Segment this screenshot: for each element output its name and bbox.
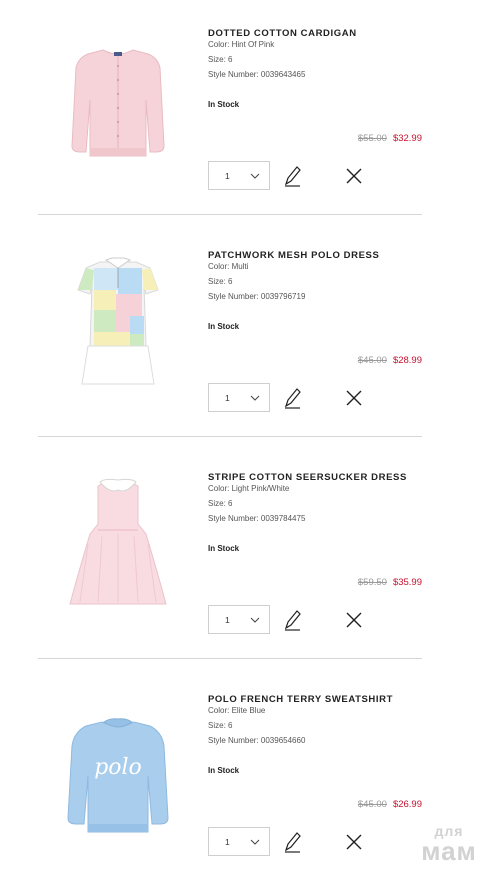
cart-item: DOTTED COTTON CARDIGAN Color: Hint Of Pi… <box>0 6 496 228</box>
product-color: Color: Hint Of Pink <box>208 40 275 49</box>
chevron-down-icon <box>250 617 260 623</box>
remove-x-icon[interactable] <box>345 611 363 629</box>
edit-pencil-icon[interactable] <box>282 386 302 410</box>
product-style-number: Style Number: 0039796719 <box>208 292 306 301</box>
product-size: Size: 6 <box>208 277 233 286</box>
pink-seersucker-dress-icon <box>69 478 167 605</box>
quantity-select[interactable]: 1 <box>208 161 270 190</box>
watermark-line-2: мам <box>421 836 477 866</box>
quantity-value: 1 <box>225 615 230 625</box>
edit-pencil-icon[interactable] <box>282 164 302 188</box>
chevron-down-icon <box>250 173 260 179</box>
product-style-number: Style Number: 0039643465 <box>208 70 306 79</box>
remove-x-icon[interactable] <box>345 389 363 407</box>
product-name[interactable]: PATCHWORK MESH POLO DRESS <box>208 250 379 261</box>
product-name[interactable]: POLO FRENCH TERRY SWEATSHIRT <box>208 694 393 705</box>
product-image[interactable] <box>58 242 178 392</box>
product-name[interactable]: DOTTED COTTON CARDIGAN <box>208 28 357 39</box>
price-block: $59.50 $35.99 <box>358 577 422 588</box>
product-image[interactable] <box>58 20 178 170</box>
product-size: Size: 6 <box>208 55 233 64</box>
watermark: для мам <box>410 824 488 868</box>
stock-status: In Stock <box>208 544 240 553</box>
cart-item: STRIPE COTTON SEERSUCKER DRESS Color: Li… <box>0 450 496 672</box>
sale-price: $35.99 <box>392 577 422 588</box>
stock-status: In Stock <box>208 322 240 331</box>
sale-price: $28.99 <box>392 355 422 366</box>
item-divider <box>38 214 422 215</box>
remove-x-icon[interactable] <box>345 833 363 851</box>
price-block: $45.00 $28.99 <box>358 355 422 366</box>
original-price: $45.00 <box>357 799 387 810</box>
patchwork-polo-dress-icon <box>77 257 159 385</box>
product-color: Color: Multi <box>208 262 249 271</box>
quantity-value: 1 <box>225 171 230 181</box>
blue-sweatshirt-icon: polo <box>67 718 169 833</box>
quantity-value: 1 <box>225 837 230 847</box>
product-name[interactable]: STRIPE COTTON SEERSUCKER DRESS <box>208 472 407 483</box>
product-style-number: Style Number: 0039654660 <box>208 736 306 745</box>
remove-x-icon[interactable] <box>345 167 363 185</box>
product-color: Color: Light Pink/White <box>208 484 290 493</box>
cart-item: PATCHWORK MESH POLO DRESS Color: Multi S… <box>0 228 496 450</box>
quantity-value: 1 <box>225 393 230 403</box>
chevron-down-icon <box>250 839 260 845</box>
stock-status: In Stock <box>208 766 240 775</box>
original-price: $45.00 <box>357 355 387 366</box>
sale-price: $26.99 <box>392 799 422 810</box>
item-divider <box>38 658 422 659</box>
price-block: $55.00 $32.99 <box>358 133 422 144</box>
edit-pencil-icon[interactable] <box>282 830 302 854</box>
item-divider <box>38 436 422 437</box>
original-price: $55.00 <box>357 133 387 144</box>
product-image[interactable] <box>58 464 178 614</box>
edit-pencil-icon[interactable] <box>282 608 302 632</box>
chevron-down-icon <box>250 395 260 401</box>
original-price: $59.50 <box>357 577 387 588</box>
product-style-number: Style Number: 0039784475 <box>208 514 306 523</box>
stock-status: In Stock <box>208 100 240 109</box>
product-size: Size: 6 <box>208 721 233 730</box>
sale-price: $32.99 <box>392 133 422 144</box>
product-color: Color: Elite Blue <box>208 706 266 715</box>
quantity-select[interactable]: 1 <box>208 827 270 856</box>
quantity-select[interactable]: 1 <box>208 605 270 634</box>
price-block: $45.00 $26.99 <box>358 799 422 810</box>
pink-cardigan-icon <box>71 49 165 157</box>
quantity-select[interactable]: 1 <box>208 383 270 412</box>
product-image[interactable]: polo <box>58 686 178 836</box>
sweatshirt-print-text: polo <box>94 755 142 780</box>
product-size: Size: 6 <box>208 499 233 508</box>
